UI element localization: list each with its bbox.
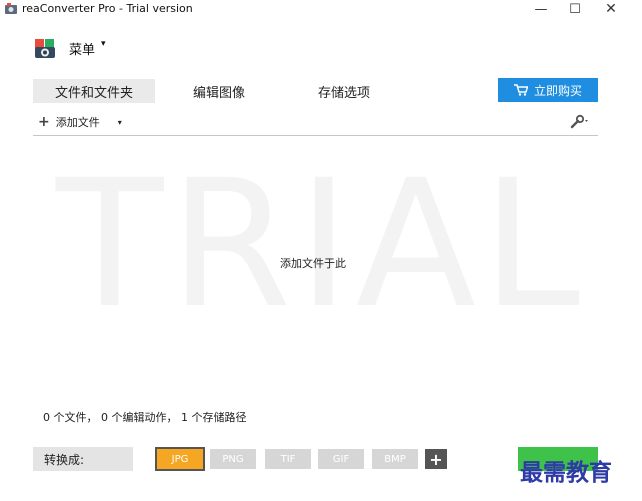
chevron-down-icon[interactable]: ▾ <box>101 39 106 49</box>
drop-zone-hint[interactable]: 添加文件于此 <box>0 255 626 271</box>
wrench-icon[interactable] <box>569 114 591 130</box>
add-file-label: 添加文件 <box>55 116 100 129</box>
app-logo-icon[interactable] <box>33 37 57 61</box>
tab-edit-images[interactable]: 编辑图像 <box>168 79 270 103</box>
format-png-button[interactable]: PNG <box>210 449 256 469</box>
add-format-button[interactable]: + <box>425 449 447 469</box>
format-gif-button[interactable]: GIF <box>318 449 364 469</box>
app-icon <box>5 3 17 14</box>
plus-icon: + <box>38 114 50 130</box>
window-title: reaConverter Pro - Trial version <box>22 2 193 15</box>
tab-save-options[interactable]: 存储选项 <box>290 79 398 103</box>
chevron-down-icon[interactable]: ▾ <box>118 118 122 127</box>
overlay-watermark: 最需教育 <box>520 459 612 486</box>
toolbar-divider <box>33 135 598 136</box>
buy-now-button[interactable]: 立即购买 <box>498 78 598 102</box>
convert-to-label: 转换成: <box>33 447 133 471</box>
format-tif-button[interactable]: TIF <box>265 449 311 469</box>
menu-button[interactable]: 菜单 <box>69 39 95 58</box>
add-file-button[interactable]: + 添加文件 ▾ <box>38 114 122 130</box>
title-bar: reaConverter Pro - Trial version — ☐ ✕ <box>0 0 642 18</box>
format-bmp-button[interactable]: BMP <box>372 449 418 469</box>
status-summary: 0 个文件， 0 个编辑动作， 1 个存储路径 <box>43 411 247 424</box>
close-button[interactable]: ✕ <box>596 0 626 18</box>
cart-icon <box>513 84 528 96</box>
minimize-button[interactable]: — <box>526 0 556 18</box>
trial-watermark: TRIAL <box>55 142 587 347</box>
maximize-button[interactable]: ☐ <box>560 0 590 18</box>
tab-files-folders[interactable]: 文件和文件夹 <box>33 79 155 103</box>
buy-now-label: 立即购买 <box>533 83 582 98</box>
format-jpg-button[interactable]: JPG <box>155 447 205 471</box>
